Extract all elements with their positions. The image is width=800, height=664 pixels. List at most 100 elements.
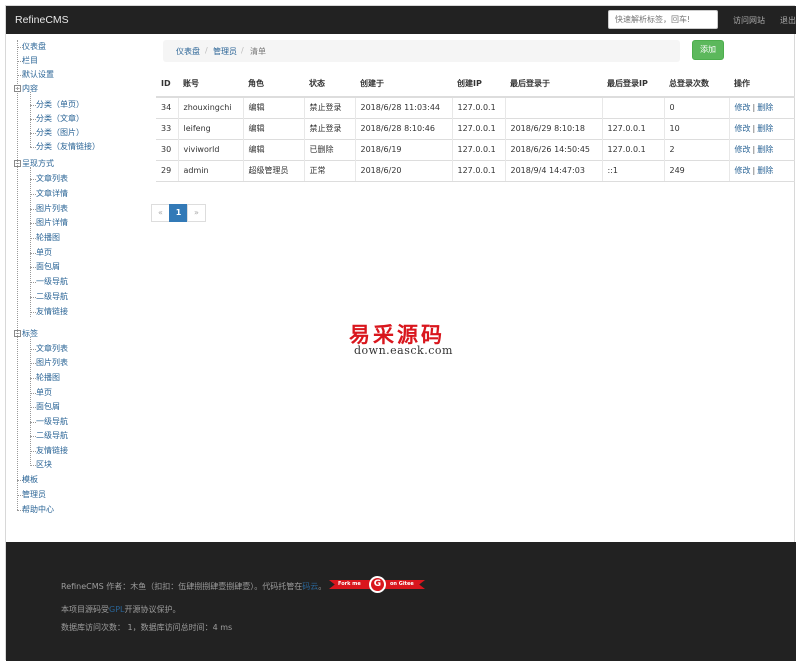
sidebar-item-tag-nav-level1[interactable]: 一级导航 — [36, 415, 68, 429]
edit-link[interactable]: 修改 — [735, 124, 751, 133]
pagination-next[interactable]: » — [187, 204, 206, 222]
tree-guide-line — [17, 40, 18, 510]
cell-status: 禁止登录 — [303, 96, 355, 118]
sidebar-item-pres-breadcrumb[interactable]: 面包屑 — [36, 260, 60, 274]
sidebar-item-category-page[interactable]: 分类（单页） — [36, 98, 84, 112]
cell-login-count: 10 — [663, 117, 729, 139]
cell-last-login: 2018/6/26 14:50:45 — [504, 138, 602, 160]
pagination-prev[interactable]: « — [151, 204, 170, 222]
sidebar-item-templates[interactable]: 模板 — [22, 473, 38, 487]
sidebar-item-category-image[interactable]: 分类（图片） — [36, 126, 84, 140]
op-separator: | — [752, 103, 756, 113]
cell-created-at: 2018/6/28 11:03:44 — [354, 96, 452, 118]
table-header-row: ID 账号 角色 状态 创建于 创建IP 最后登录于 最后登录IP 总登录次数 … — [156, 71, 795, 98]
pagination: « 1 » — [151, 204, 206, 222]
cell-created-ip: 127.0.0.1 — [451, 117, 505, 139]
delete-link[interactable]: 删除 — [757, 103, 773, 112]
edit-link[interactable]: 修改 — [735, 166, 751, 175]
app-frame: RefineCMS 访问网站 退出 仪表盘 栏目 默认设置 −内容 分类（单页）… — [5, 5, 796, 661]
cell-id: 29 — [156, 159, 178, 182]
sidebar-item-category-article[interactable]: 分类（文章） — [36, 112, 84, 126]
breadcrumb-admins[interactable]: 管理员 — [213, 46, 237, 57]
sidebar-item-tag-image-list[interactable]: 图片列表 — [36, 356, 68, 370]
delete-link[interactable]: 删除 — [757, 166, 773, 175]
sidebar-item-tag-nav-level2[interactable]: 二级导航 — [36, 429, 68, 443]
delete-link[interactable]: 删除 — [757, 145, 773, 154]
footer-db-stats: 数据库访问次数： 1，数据库访问总时间：4 ms — [61, 623, 233, 632]
col-header-last-login: 最后登录于 — [505, 71, 602, 98]
sidebar-item-tag-single-page[interactable]: 单页 — [36, 386, 52, 400]
footer-credits: RefineCMS 作者：木鱼（扣扣：伍肆捌捌肆壹捌肆壹）。代码托管在码云。 — [61, 581, 326, 592]
edit-link[interactable]: 修改 — [735, 103, 751, 112]
brand-logo[interactable]: RefineCMS — [15, 14, 69, 26]
breadcrumb-separator: / — [205, 46, 208, 55]
col-header-actions: 操作 — [729, 71, 795, 98]
table-row: 33 leifeng 编辑 禁止登录 2018/6/28 8:10:46 127… — [156, 117, 795, 139]
cell-last-login — [504, 96, 602, 118]
collapse-icon[interactable]: − — [14, 330, 21, 337]
col-header-created-ip: 创建IP — [452, 71, 505, 98]
sidebar-item-pres-nav-level2[interactable]: 二级导航 — [36, 290, 68, 304]
sidebar-item-pres-carousel[interactable]: 轮播图 — [36, 231, 60, 245]
col-header-created-at: 创建于 — [355, 71, 452, 98]
sidebar-item-default-settings[interactable]: 默认设置 — [22, 68, 54, 82]
sidebar-item-pres-image-detail[interactable]: 图片详情 — [36, 216, 68, 230]
edit-link[interactable]: 修改 — [735, 145, 751, 154]
breadcrumb-current: 清单 — [250, 47, 266, 56]
cell-created-ip: 127.0.0.1 — [451, 159, 505, 182]
gpl-link[interactable]: GPL — [109, 605, 124, 614]
visit-site-link[interactable]: 访问网站 — [733, 15, 765, 26]
cell-last-login-ip: ::1 — [601, 159, 664, 182]
sidebar-item-admins[interactable]: 管理员 — [22, 488, 46, 502]
delete-link[interactable]: 删除 — [757, 124, 773, 133]
cell-account: viviworld — [177, 138, 243, 160]
sidebar-item-tag-carousel[interactable]: 轮播图 — [36, 371, 60, 385]
breadcrumb-home[interactable]: 仪表盘 — [176, 46, 200, 57]
cell-actions: 修改 | 删除 — [728, 159, 795, 182]
cell-account: zhouxingchi — [177, 96, 243, 118]
sidebar-item-category-links[interactable]: 分类（友情链接） — [36, 140, 100, 154]
cell-id: 30 — [156, 138, 178, 160]
sidebar-item-pres-image-list[interactable]: 图片列表 — [36, 202, 68, 216]
sidebar-item-dashboard[interactable]: 仪表盘 — [22, 40, 46, 54]
cell-last-login-ip: 127.0.0.1 — [601, 117, 664, 139]
sidebar-item-columns[interactable]: 栏目 — [22, 54, 38, 68]
footer-license-suffix: 开源协议保护。 — [124, 605, 181, 614]
cell-account: leifeng — [177, 117, 243, 139]
collapse-icon[interactable]: − — [14, 85, 21, 92]
cell-login-count: 0 — [663, 96, 729, 118]
pagination-page-1[interactable]: 1 — [169, 204, 188, 222]
sidebar-item-pres-friend-links[interactable]: 友情链接 — [36, 305, 68, 319]
sidebar-item-pres-article-list[interactable]: 文章列表 — [36, 172, 68, 186]
sidebar-tree: 仪表盘 栏目 默认设置 − 内容 分类（单页） 分类（文章） 分类（图片） 分类（… — [14, 40, 134, 520]
add-admin-button[interactable]: 添加 — [692, 40, 724, 60]
col-header-id: ID — [156, 71, 178, 98]
op-separator: | — [752, 124, 756, 133]
cell-created-at: 2018/6/20 — [354, 159, 452, 182]
cell-account: admin — [177, 159, 243, 182]
sidebar-group-content[interactable]: − 内容 — [14, 82, 38, 96]
cell-role: 编辑 — [242, 96, 304, 118]
sidebar-item-tag-breadcrumb[interactable]: 面包屑 — [36, 400, 60, 414]
sidebar-group-tags[interactable]: − 标签 — [14, 327, 38, 341]
tag-search-input[interactable] — [608, 10, 718, 29]
gitee-link[interactable]: 码云 — [302, 582, 318, 591]
sidebar-item-pres-article-detail[interactable]: 文章详情 — [36, 187, 68, 201]
sidebar-item-help[interactable]: 帮助中心 — [22, 503, 54, 517]
sidebar-group-presentation[interactable]: − 呈现方式 — [14, 157, 54, 171]
collapse-icon[interactable]: − — [14, 160, 21, 167]
sidebar-item-tag-block[interactable]: 区块 — [36, 458, 52, 472]
footer-license-text: 本项目源码受 — [61, 605, 109, 614]
sidebar-item-tag-article-list[interactable]: 文章列表 — [36, 342, 68, 356]
col-header-account: 账号 — [178, 71, 243, 98]
sidebar-item-pres-single-page[interactable]: 单页 — [36, 246, 52, 260]
op-separator: | — [752, 145, 756, 154]
footer-credits-text: RefineCMS 作者：木鱼（扣扣：伍肆捌捌肆壹捌肆壹）。代码托管在 — [61, 582, 303, 591]
logout-link[interactable]: 退出 — [780, 15, 796, 26]
col-header-status: 状态 — [304, 71, 355, 98]
cell-status: 已删除 — [303, 138, 355, 160]
fork-on-gitee-ribbon[interactable]: Fork me G on Gitee — [329, 576, 425, 593]
sidebar-item-pres-nav-level1[interactable]: 一级导航 — [36, 275, 68, 289]
cell-status: 正常 — [303, 159, 355, 182]
sidebar-item-tag-friend-links[interactable]: 友情链接 — [36, 444, 68, 458]
